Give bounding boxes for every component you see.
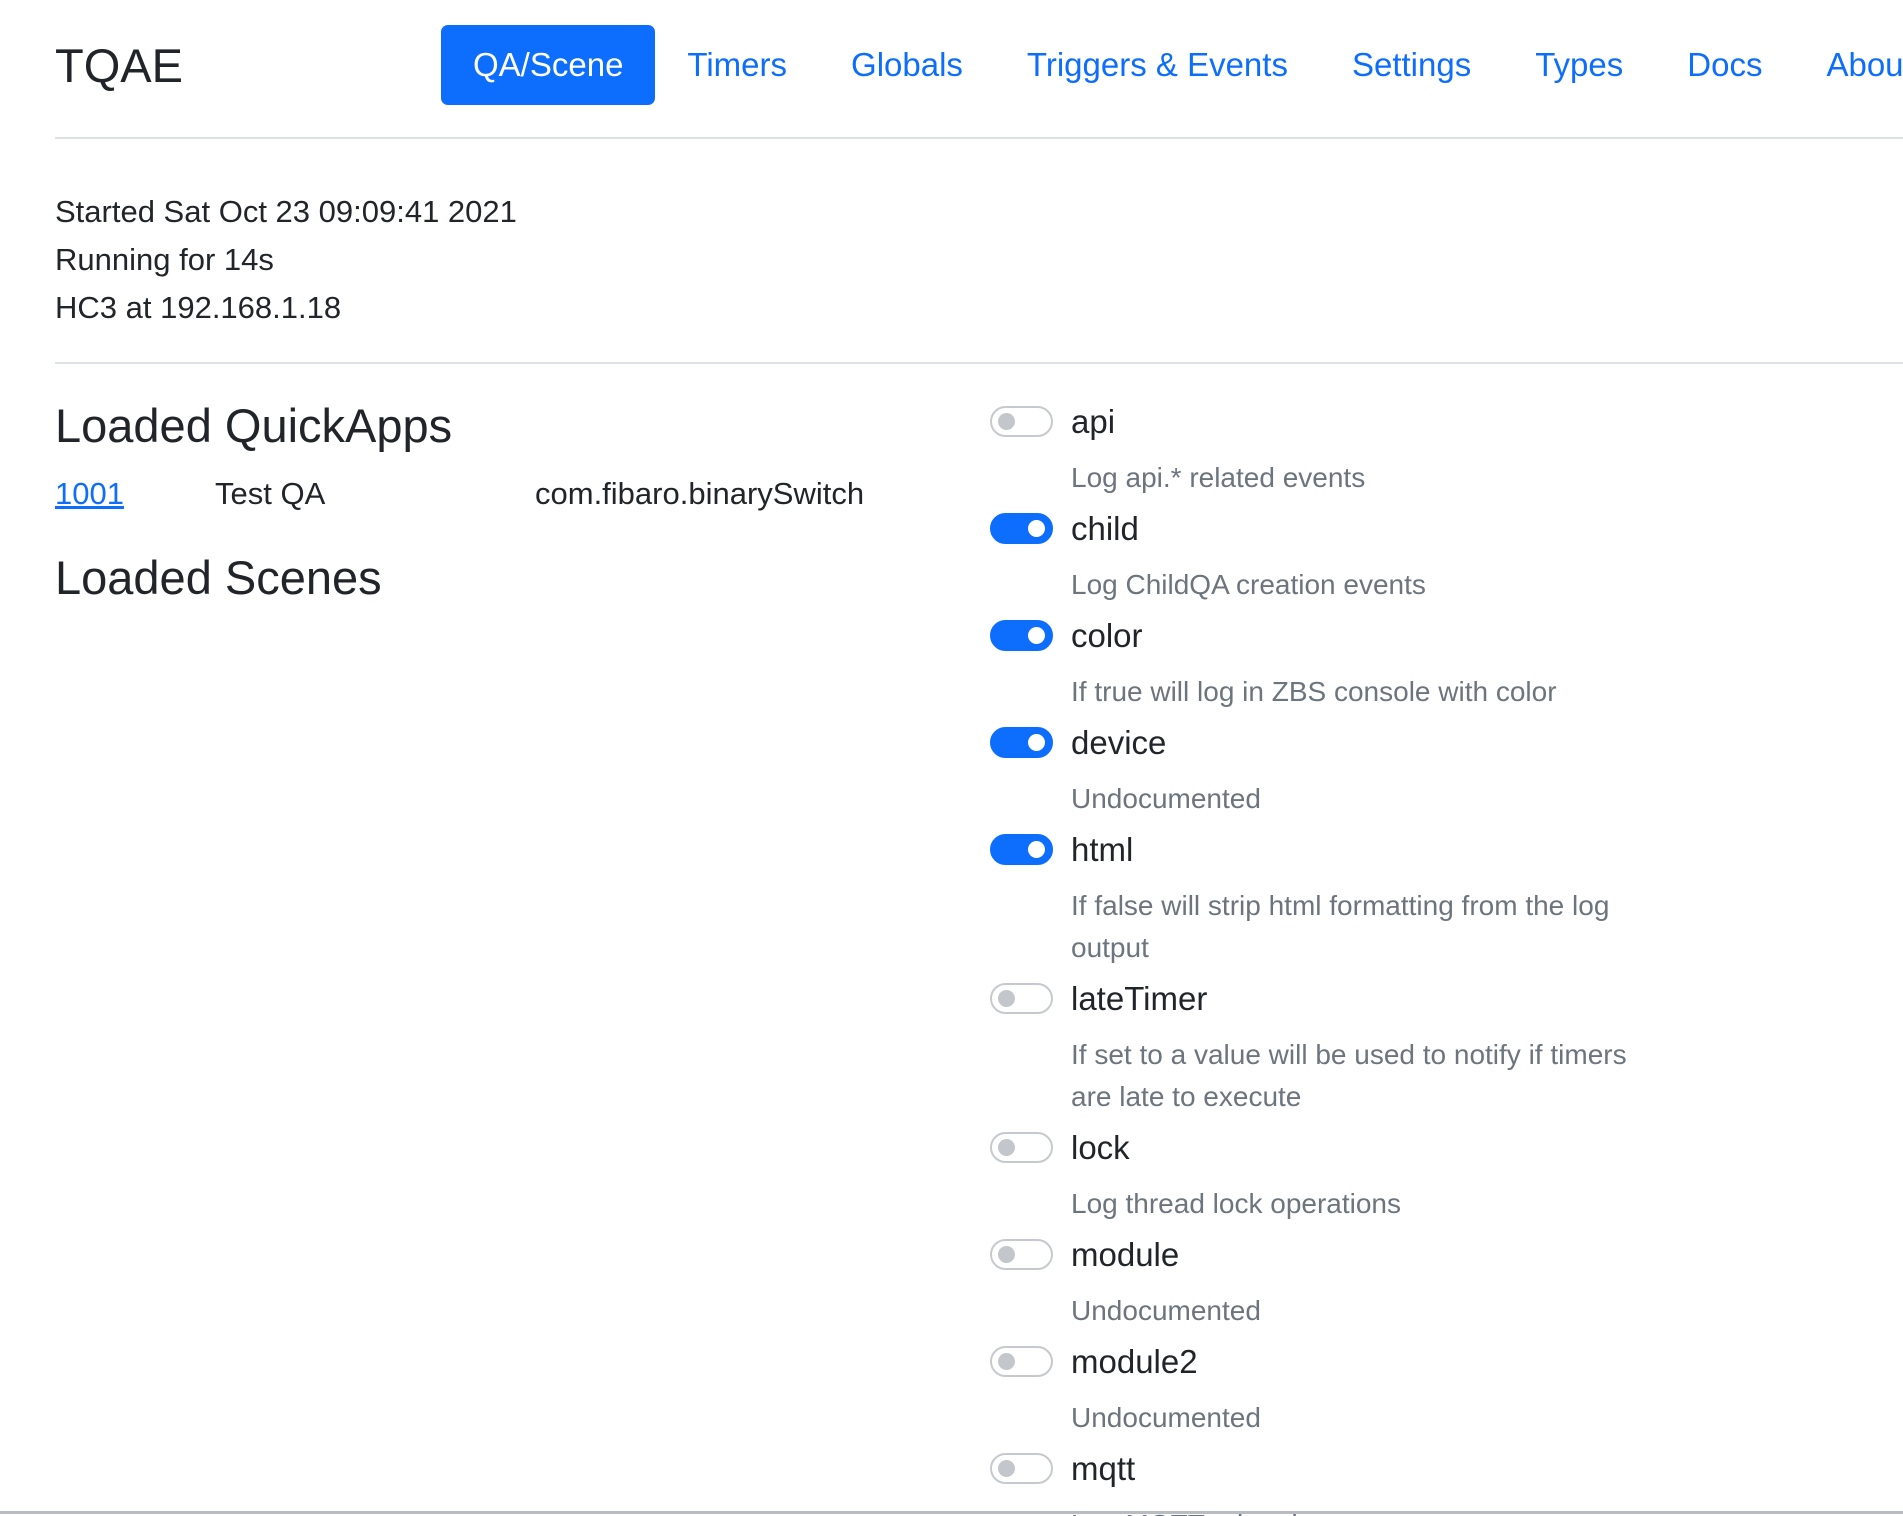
nav-tab-about[interactable]: About xyxy=(1794,25,1903,105)
toggle-html[interactable] xyxy=(990,834,1053,865)
toggle-knob xyxy=(1028,841,1045,858)
scenes-heading: Loaded Scenes xyxy=(55,551,382,604)
toggle-knob xyxy=(1028,734,1045,751)
brand-title: TQAE xyxy=(55,39,183,92)
setting-name: lateTimer xyxy=(1071,980,1208,1017)
quickapps-heading: Loaded QuickApps xyxy=(55,399,453,452)
toggle-api[interactable] xyxy=(990,406,1053,437)
setting-mqtt: mqtt Log MQTT related events xyxy=(990,1447,1630,1516)
nav-tab-settings[interactable]: Settings xyxy=(1320,25,1503,105)
setting-html: html If false will strip html formatting… xyxy=(990,828,1630,977)
setting-name: html xyxy=(1071,831,1134,868)
settings-list: api Log api.* related events child Log C… xyxy=(990,400,1630,1516)
setting-child: child Log ChildQA creation events xyxy=(990,507,1630,614)
setting-module: module Undocumented xyxy=(990,1233,1630,1340)
nav-tab-timers[interactable]: Timers xyxy=(655,25,819,105)
nav-tab-qa-scene[interactable]: QA/Scene xyxy=(441,25,656,105)
toggle-knob xyxy=(998,1246,1015,1263)
setting-module2: module2 Undocumented xyxy=(990,1340,1630,1447)
nav-tab-docs[interactable]: Docs xyxy=(1655,25,1794,105)
setting-description: Log api.* related events xyxy=(1071,462,1366,493)
toggle-knob xyxy=(998,413,1015,430)
status-divider xyxy=(55,362,1903,364)
setting-name: mqtt xyxy=(1071,1450,1136,1487)
setting-name: api xyxy=(1071,403,1116,440)
setting-name: color xyxy=(1071,617,1143,654)
nav-tab-triggers-events[interactable]: Triggers & Events xyxy=(995,25,1320,105)
setting-name: lock xyxy=(1071,1129,1130,1166)
setting-lock: lock Log thread lock operations xyxy=(990,1126,1630,1233)
toggle-color[interactable] xyxy=(990,620,1053,651)
toggle-knob xyxy=(1028,520,1045,537)
nav-tab-globals[interactable]: Globals xyxy=(819,25,995,105)
setting-name: device xyxy=(1071,724,1167,761)
toggle-child[interactable] xyxy=(990,513,1053,544)
toggle-lock[interactable] xyxy=(990,1132,1053,1163)
status-block: Started Sat Oct 23 09:09:41 2021 Running… xyxy=(55,188,517,332)
nav-tab-types[interactable]: Types xyxy=(1503,25,1655,105)
status-running: Running for 14s xyxy=(55,242,274,277)
header-divider xyxy=(55,137,1903,139)
toggle-knob xyxy=(998,1460,1015,1477)
setting-api: api Log api.* related events xyxy=(990,400,1630,507)
setting-name: module xyxy=(1071,1236,1180,1273)
toggle-mqtt[interactable] xyxy=(990,1453,1053,1484)
status-started: Started Sat Oct 23 09:09:41 2021 xyxy=(55,194,517,229)
setting-name: module2 xyxy=(1071,1343,1198,1380)
setting-description: Undocumented xyxy=(1071,1295,1261,1326)
setting-color: color If true will log in ZBS console wi… xyxy=(990,614,1630,721)
toggle-module2[interactable] xyxy=(990,1346,1053,1377)
quickapp-id-link[interactable]: 1001 xyxy=(55,470,124,518)
setting-description: If set to a value will be used to notify… xyxy=(1071,1039,1627,1112)
toggle-latetimer[interactable] xyxy=(990,983,1053,1014)
quickapp-type: com.fibaro.binarySwitch xyxy=(535,476,865,511)
window-bottom-edge xyxy=(0,1511,1903,1514)
toggle-knob xyxy=(998,990,1015,1007)
toggle-module[interactable] xyxy=(990,1239,1053,1270)
toggle-knob xyxy=(1028,627,1045,644)
page: TQAE QA/Scene Timers Globals Triggers & … xyxy=(0,0,1903,1516)
main-nav: QA/Scene Timers Globals Triggers & Event… xyxy=(441,25,1903,105)
toggle-knob xyxy=(998,1139,1015,1156)
setting-latetimer: lateTimer If set to a value will be used… xyxy=(990,977,1630,1126)
toggle-knob xyxy=(998,1353,1015,1370)
toggle-device[interactable] xyxy=(990,727,1053,758)
status-hc3-address: HC3 at 192.168.1.18 xyxy=(55,290,342,325)
setting-device: device Undocumented xyxy=(990,721,1630,828)
setting-description: Undocumented xyxy=(1071,1402,1261,1433)
setting-description: Log thread lock operations xyxy=(1071,1188,1401,1219)
quickapp-name: Test QA xyxy=(215,476,326,511)
setting-description: If true will log in ZBS console with col… xyxy=(1071,676,1557,707)
setting-description: Undocumented xyxy=(1071,783,1261,814)
setting-description: If false will strip html formatting from… xyxy=(1071,890,1610,963)
setting-description: Log ChildQA creation events xyxy=(1071,569,1426,600)
setting-name: child xyxy=(1071,510,1139,547)
